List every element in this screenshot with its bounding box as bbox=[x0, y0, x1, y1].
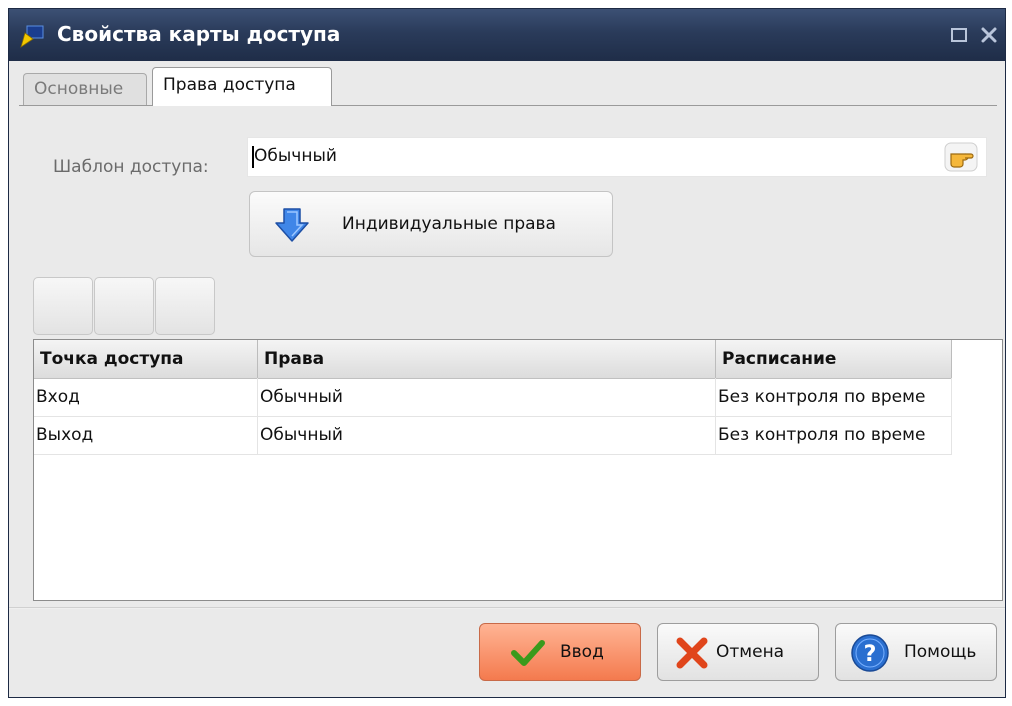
ok-label: Ввод bbox=[560, 642, 604, 662]
ok-button[interactable]: Ввод bbox=[479, 623, 641, 681]
help-button[interactable]: ? Помощь bbox=[835, 623, 997, 681]
title-bar: Свойства карты доступа bbox=[9, 9, 1005, 61]
tab-access-rights[interactable]: Права доступа bbox=[152, 67, 332, 106]
question-icon: ? bbox=[851, 634, 889, 672]
cell-access-point: Выход bbox=[34, 416, 258, 454]
pointing-hand-icon[interactable] bbox=[943, 141, 979, 173]
column-header-access-point[interactable]: Точка доступа bbox=[34, 340, 258, 378]
cell-schedule: Без контроля по време bbox=[716, 378, 952, 416]
arrow-down-icon bbox=[275, 208, 309, 242]
help-label: Помощь bbox=[904, 642, 977, 662]
toolbar-button-1[interactable] bbox=[33, 277, 93, 335]
window-title: Свойства карты доступа bbox=[57, 22, 341, 46]
table-row[interactable]: Выход Обычный Без контроля по време bbox=[34, 416, 952, 455]
cancel-button[interactable]: Отмена bbox=[657, 623, 819, 681]
column-header-schedule[interactable]: Расписание bbox=[716, 340, 952, 378]
individual-rights-label: Индивидуальные права bbox=[342, 214, 556, 234]
maximize-icon[interactable] bbox=[949, 25, 969, 45]
toolbar-button-3[interactable] bbox=[155, 277, 215, 335]
svg-text:?: ? bbox=[864, 642, 877, 667]
access-points-grid: Точка доступа Права Расписание Вход Обыч… bbox=[33, 339, 1003, 601]
individual-rights-button[interactable]: Индивидуальные права bbox=[249, 191, 613, 257]
access-template-value: Обычный bbox=[254, 146, 337, 166]
cancel-label: Отмена bbox=[716, 642, 785, 662]
close-icon[interactable] bbox=[979, 25, 999, 45]
toolbar-button-2[interactable] bbox=[94, 277, 154, 335]
cell-access-point: Вход bbox=[34, 378, 258, 416]
checkmark-icon bbox=[511, 640, 545, 666]
tab-main[interactable]: Основные bbox=[23, 73, 147, 105]
access-template-label: Шаблон доступа: bbox=[53, 157, 209, 177]
access-template-field[interactable]: Обычный bbox=[247, 137, 987, 177]
cell-rights: Обычный bbox=[258, 378, 716, 416]
column-header-rights[interactable]: Права bbox=[258, 340, 716, 378]
table-row[interactable]: Вход Обычный Без контроля по време bbox=[34, 378, 952, 417]
footer-divider bbox=[9, 607, 1005, 609]
cell-schedule: Без контроля по време bbox=[716, 416, 952, 454]
card-icon bbox=[20, 25, 44, 48]
cell-rights: Обычный bbox=[258, 416, 716, 454]
grid-header: Точка доступа Права Расписание bbox=[34, 340, 952, 379]
cross-icon bbox=[676, 637, 708, 669]
access-card-properties-window: Свойства карты доступа Основные Права до… bbox=[8, 8, 1006, 698]
